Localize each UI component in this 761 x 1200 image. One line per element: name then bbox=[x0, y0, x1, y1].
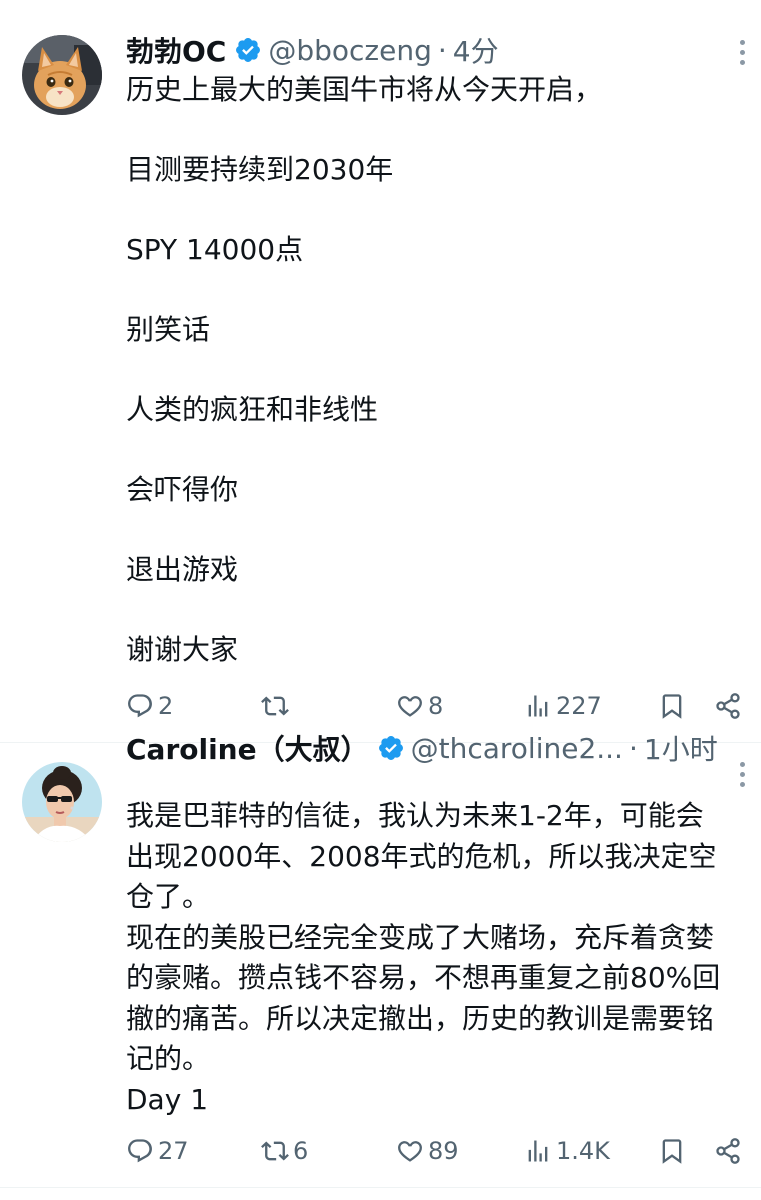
like-button[interactable]: 89 bbox=[396, 1133, 459, 1169]
bookmark-button[interactable] bbox=[658, 688, 686, 724]
heart-icon bbox=[398, 1141, 422, 1162]
verified-badge-icon bbox=[378, 736, 403, 760]
retweet-icon bbox=[261, 696, 289, 716]
bookmark-button[interactable] bbox=[658, 1133, 686, 1169]
tweet-text-line: 历史上最大的美国牛市将从今天开启， bbox=[126, 73, 603, 106]
tweet-header: Caroline（大叔） @thcaroline2... · 1小时 bbox=[126, 728, 718, 768]
views-button[interactable]: 1.4K bbox=[524, 1133, 610, 1169]
tweet-text-line: 的豪赌。攒点钱不容易，不想再重复之前80%回 bbox=[126, 961, 721, 994]
more-options-icon[interactable] bbox=[737, 762, 747, 794]
views-count: 1.4K bbox=[556, 1137, 610, 1165]
like-button[interactable]: 8 bbox=[396, 688, 443, 724]
reply-count: 2 bbox=[158, 692, 174, 720]
tweet-text-line: 出现2000年、2008年式的危机，所以我决定空 bbox=[126, 839, 717, 873]
tweet-text-line: 记的。 bbox=[126, 1042, 211, 1075]
more-options-icon[interactable] bbox=[737, 40, 747, 72]
verified-badge-icon bbox=[236, 38, 261, 62]
user-handle[interactable]: @thcaroline2... bbox=[411, 732, 623, 765]
views-count: 227 bbox=[556, 692, 602, 720]
reply-icon bbox=[128, 1139, 152, 1163]
tweet-text: 我是巴菲特的信徒，我认为未来1-2年，可能会 出现2000年、2008年式的危机… bbox=[126, 796, 754, 1120]
timestamp[interactable]: 4分 bbox=[453, 30, 499, 70]
retweet-icon bbox=[261, 1141, 289, 1161]
tweet-text-line: 会吓得你 bbox=[126, 473, 239, 506]
reply-button[interactable]: 2 bbox=[126, 688, 173, 724]
tweet-text-line: Day 1 bbox=[126, 1082, 209, 1116]
reply-count: 27 bbox=[158, 1137, 189, 1165]
retweet-button[interactable]: 6 bbox=[261, 1133, 308, 1169]
user-handle[interactable]: @bboczeng bbox=[268, 34, 432, 67]
display-name[interactable]: 勃勃OC bbox=[126, 30, 226, 70]
reply-button[interactable]: 27 bbox=[126, 1133, 189, 1169]
tweet-text-line: 我是巴菲特的信徒，我认为未来1-2年，可能会 bbox=[126, 799, 704, 832]
tweet-text-line: 现在的美股已经完全变成了大赌场，充斥着贪婪 bbox=[126, 920, 715, 954]
bookmark-icon bbox=[662, 1139, 682, 1164]
bookmark-icon bbox=[662, 694, 682, 719]
like-count: 8 bbox=[428, 692, 444, 720]
views-chart-icon bbox=[528, 1140, 548, 1162]
share-icon bbox=[716, 693, 740, 719]
tweet-text-line: 退出游戏 bbox=[126, 553, 239, 586]
tweet-text-line: 谢谢大家 bbox=[126, 633, 239, 666]
separator-dot: · bbox=[628, 731, 638, 765]
tweet-text-line: 别笑话 bbox=[126, 313, 211, 346]
heart-icon bbox=[398, 696, 422, 717]
views-button[interactable]: 227 bbox=[524, 688, 602, 724]
retweet-button[interactable] bbox=[261, 688, 293, 724]
tweet-header: 勃勃OC @bboczeng · 4分 bbox=[126, 30, 499, 70]
share-button[interactable] bbox=[714, 688, 742, 724]
separator-dot: · bbox=[437, 33, 447, 67]
tweet-text-line: 撤的痛苦。所以决定撤出，历史的教训是需要铭 bbox=[126, 1001, 715, 1035]
cat-avatar[interactable] bbox=[22, 35, 102, 115]
share-button[interactable] bbox=[714, 1133, 742, 1169]
share-icon bbox=[716, 1138, 740, 1164]
tweet-text: 历史上最大的美国牛市将从今天开启， 目测要持续到2030年 SPY 14000点… bbox=[126, 70, 746, 710]
display-name[interactable]: Caroline（大叔） bbox=[126, 728, 369, 768]
tweet-actions: 27 6 89 1.4K bbox=[126, 1133, 756, 1169]
tweet-text-line: 仓了。 bbox=[126, 880, 211, 913]
tweet-text-line: 目测要持续到2030年 bbox=[126, 153, 394, 186]
woman-avatar[interactable] bbox=[22, 762, 102, 842]
like-count: 89 bbox=[428, 1137, 459, 1165]
tweet[interactable]: 勃勃OC @bboczeng · 4分 历史上最大的美国牛市将从今天开启， 目测… bbox=[0, 0, 761, 742]
reply-icon bbox=[128, 694, 152, 718]
tweet-divider bbox=[0, 1187, 761, 1188]
tweet-text-line: SPY 14000点 bbox=[126, 233, 304, 266]
timestamp[interactable]: 1小时 bbox=[644, 728, 718, 768]
retweet-count: 6 bbox=[293, 1137, 309, 1165]
tweet-text-line: 人类的疯狂和非线性 bbox=[126, 393, 379, 426]
views-chart-icon bbox=[528, 695, 548, 717]
tweet-actions: 2 8 227 bbox=[126, 688, 756, 724]
